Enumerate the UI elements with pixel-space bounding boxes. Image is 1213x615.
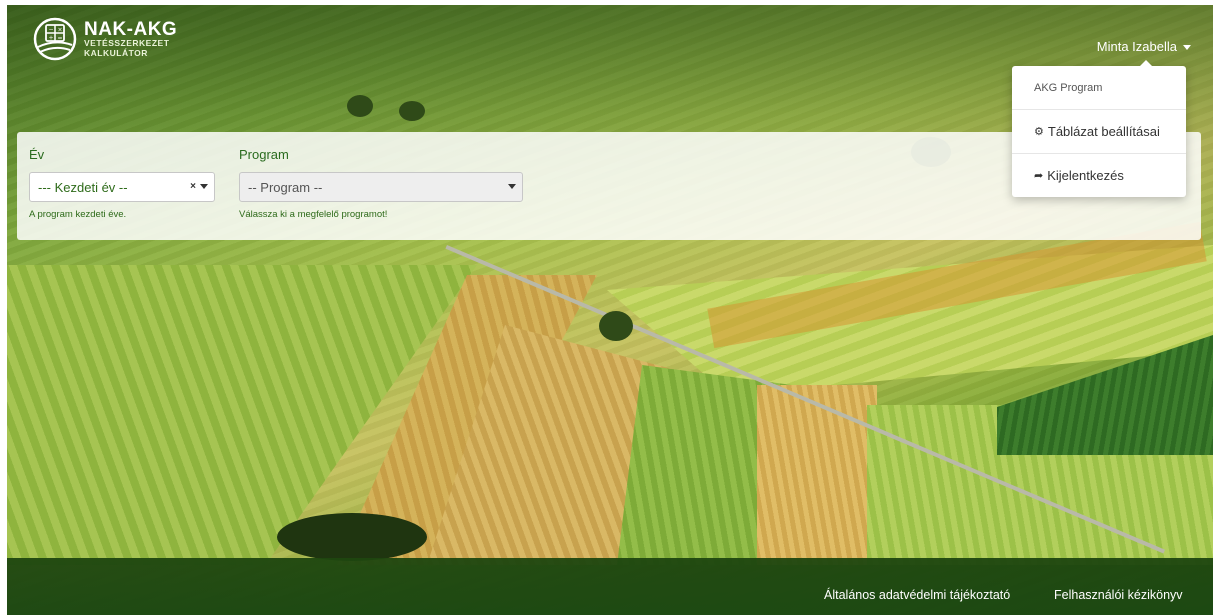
page-footer: Általános adatvédelmi tájékoztató Felhas…: [7, 558, 1213, 615]
year-select[interactable]: --- Kezdeti év -- ×: [29, 172, 215, 202]
user-dropdown-menu: AKG Program ⚙ Táblázat beállításai ➦ Kij…: [1012, 60, 1186, 197]
caret-down-icon[interactable]: [508, 183, 516, 189]
background-tree: [599, 311, 633, 341]
year-select-value: --- Kezdeti év --: [38, 179, 128, 195]
logo-text: NAK-AKG VETÉSSZERKEZET KALKULÁTOR: [84, 20, 177, 58]
caret-down-icon[interactable]: [200, 183, 208, 189]
gears-icon: ⚙: [1034, 126, 1044, 138]
dropdown-item-label: Táblázat beállításai: [1047, 124, 1160, 139]
program-help-text: Válassza ki a megfelelő programot!: [239, 209, 388, 220]
logo-subtitle-line2: KALKULÁTOR: [84, 47, 148, 58]
background-tree: [399, 101, 425, 121]
dropdown-item-akg-program[interactable]: AKG Program: [1012, 66, 1186, 110]
background-field: [757, 385, 877, 565]
dropdown-item-logout[interactable]: ➦ Kijelentkezés: [1012, 154, 1186, 197]
program-select[interactable]: -- Program --: [239, 172, 523, 202]
clear-icon[interactable]: ×: [190, 181, 196, 192]
svg-text:=: =: [58, 35, 63, 42]
app-logo[interactable]: − × + = NAK-AKG VETÉSSZERKEZET KALKULÁTO…: [33, 17, 177, 61]
app-viewport: − × + = NAK-AKG VETÉSSZERKEZET KALKULÁTO…: [7, 5, 1213, 615]
year-help-text: A program kezdeti éve.: [29, 209, 127, 220]
calculator-field-logo-icon: − × + =: [33, 17, 77, 61]
background-tree: [347, 95, 373, 117]
svg-text:×: ×: [58, 27, 63, 34]
svg-text:−: −: [49, 27, 54, 34]
svg-text:+: +: [49, 35, 54, 42]
sign-out-icon: ➦: [1034, 170, 1044, 182]
user-name: Minta Izabella: [1096, 39, 1177, 54]
footer-link-privacy[interactable]: Általános adatvédelmi tájékoztató: [824, 588, 1010, 602]
logo-title: NAK-AKG: [84, 19, 178, 40]
year-label: Év: [29, 147, 45, 162]
chevron-down-icon: [1183, 45, 1191, 51]
dropdown-item-table-settings[interactable]: ⚙ Táblázat beállításai: [1012, 110, 1186, 154]
program-label: Program: [239, 147, 289, 162]
footer-link-user-manual[interactable]: Felhasználói kézikönyv: [1054, 588, 1183, 602]
program-select-value: -- Program --: [248, 179, 323, 195]
user-menu-toggle[interactable]: Minta Izabella: [1097, 39, 1191, 54]
dropdown-item-label: Kijelentkezés: [1047, 168, 1124, 183]
background-tree: [277, 513, 427, 561]
